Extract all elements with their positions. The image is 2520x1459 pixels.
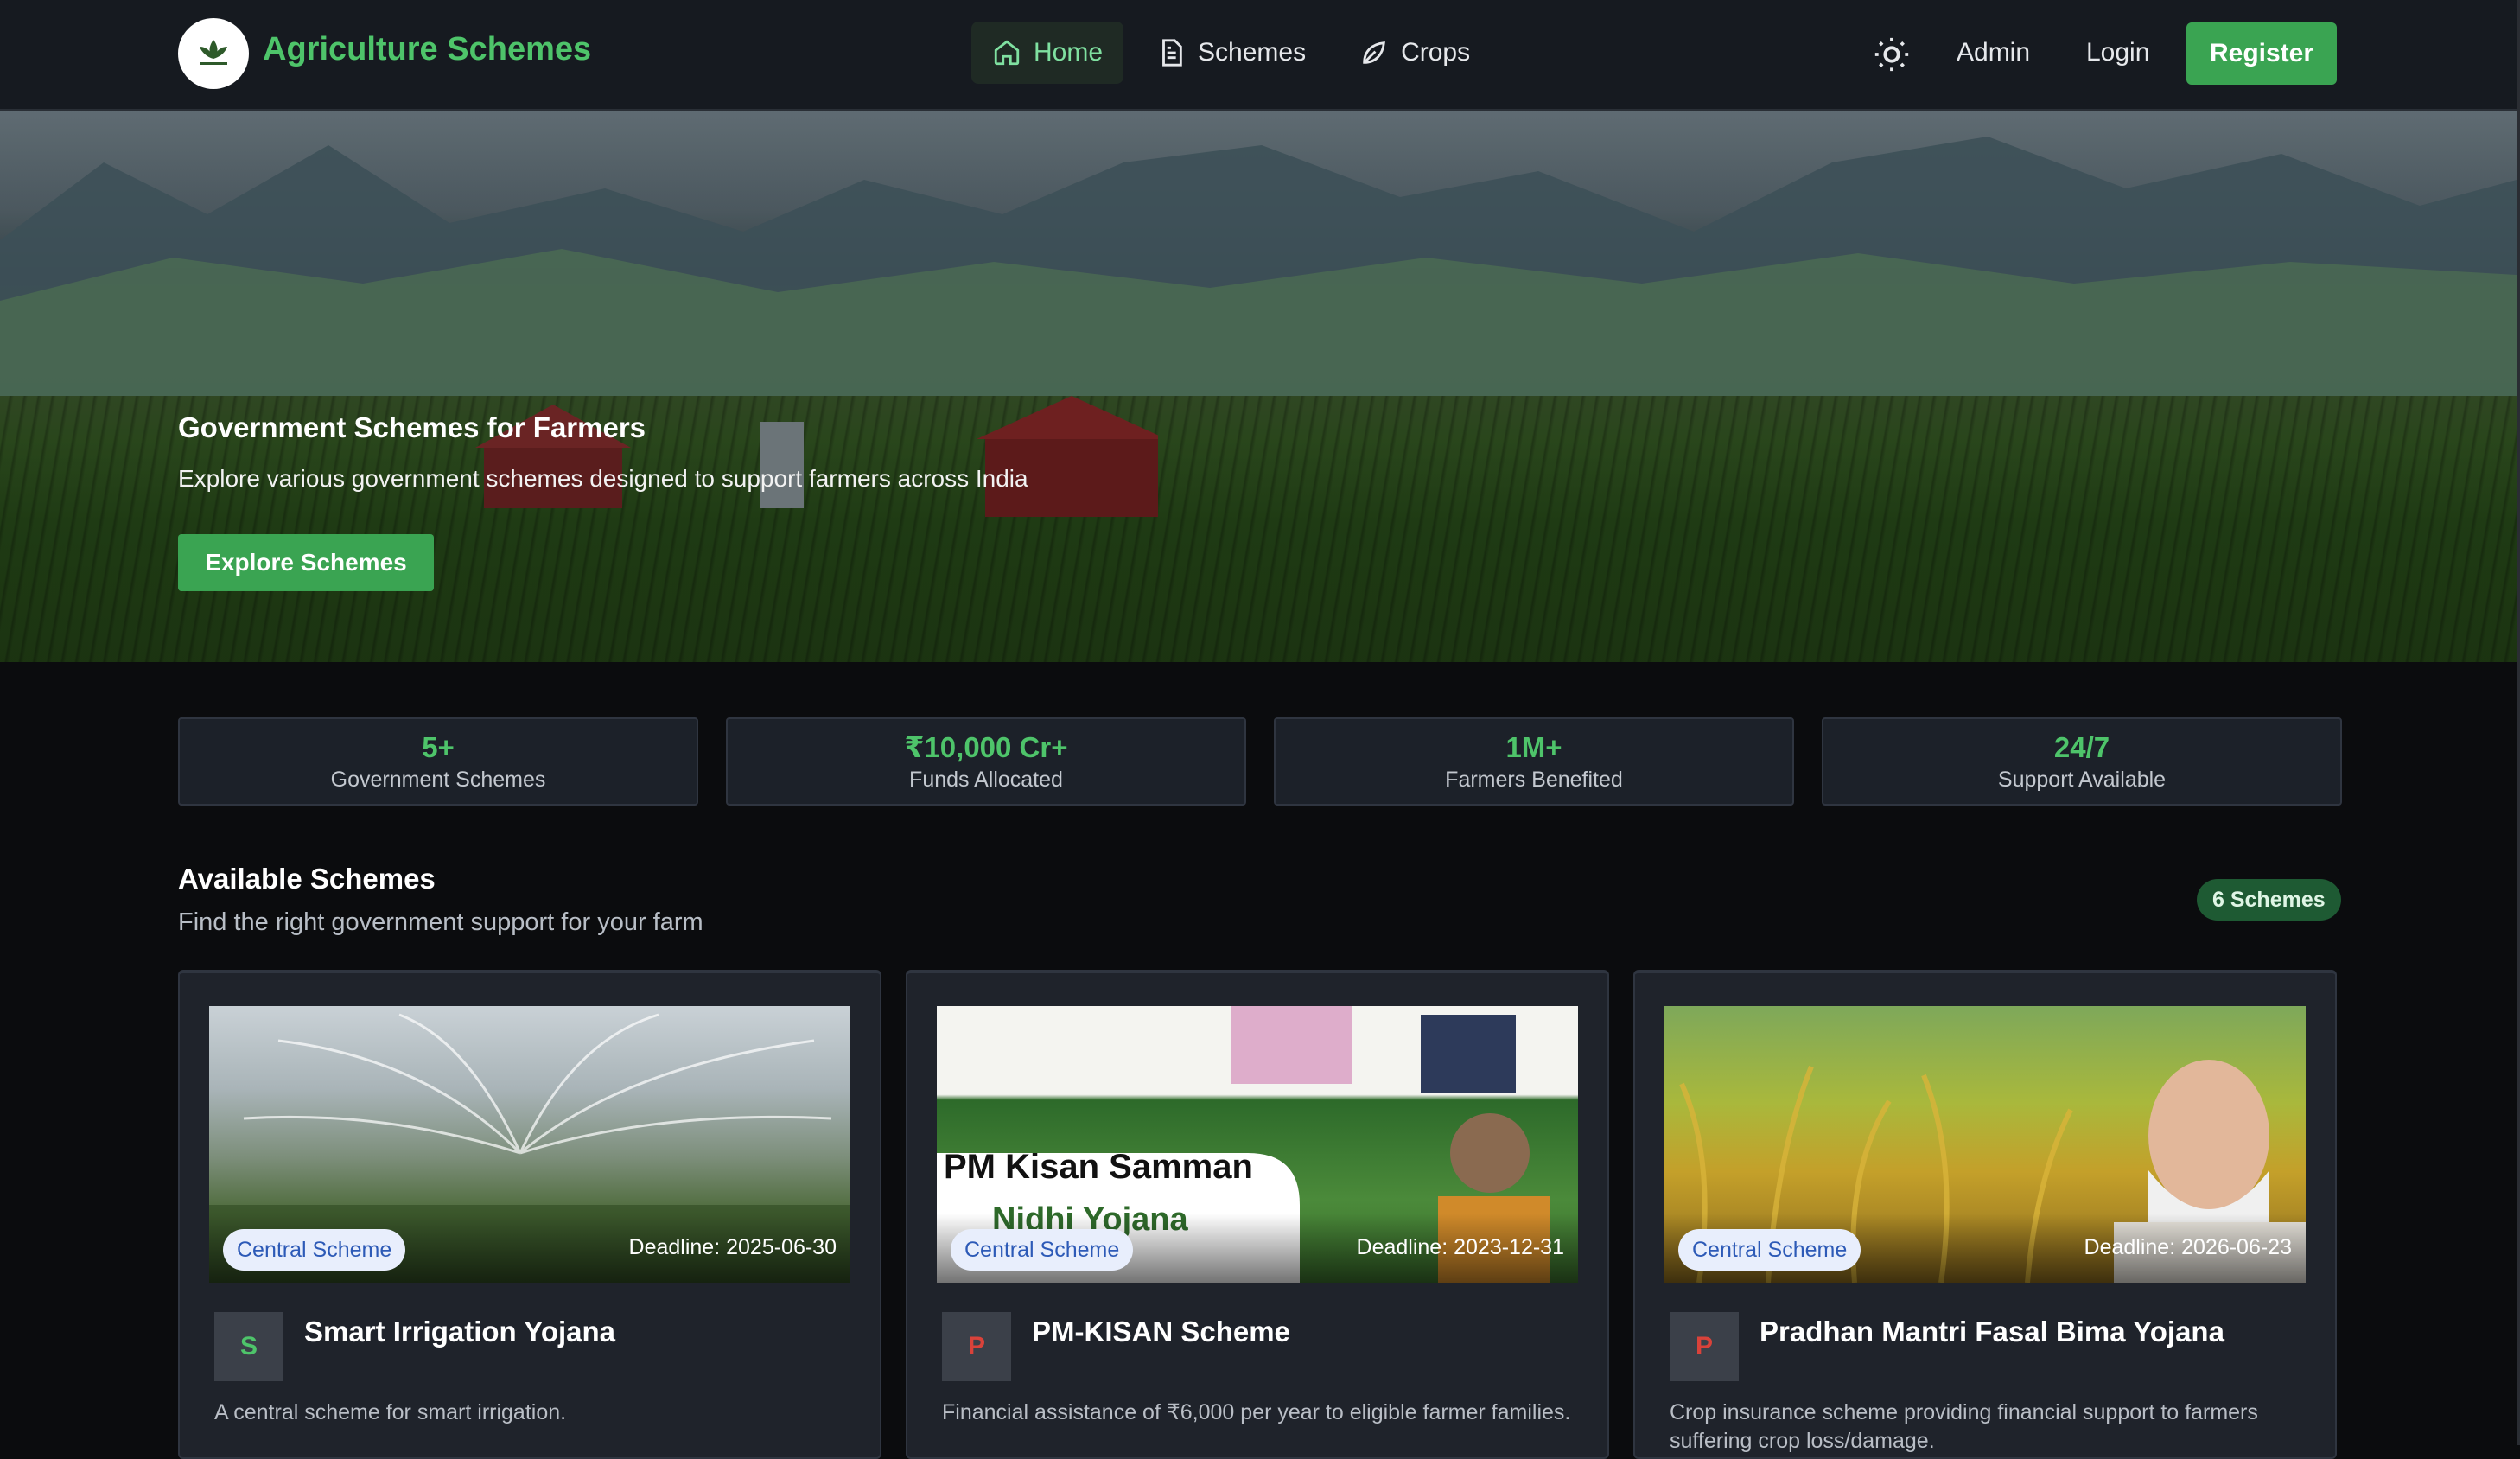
admin-link[interactable]: Admin <box>1957 38 2030 67</box>
stat-card: 5+ Government Schemes <box>178 717 698 806</box>
stat-label: Funds Allocated <box>909 768 1063 792</box>
stat-value: 24/7 <box>2053 730 2110 763</box>
explore-schemes-button[interactable]: Explore Schemes <box>178 534 434 591</box>
scheme-title[interactable]: Pradhan Mantri Fasal Bima Yojana <box>1760 1316 2224 1348</box>
nav-schemes[interactable]: Schemes <box>1136 22 1327 84</box>
scheme-deadline: Deadline: 2026-06-23 <box>2084 1235 2292 1259</box>
login-link[interactable]: Login <box>2086 38 2149 67</box>
logo[interactable] <box>178 18 249 89</box>
mountains-image <box>0 137 2517 396</box>
nav-crops-label: Crops <box>1401 38 1471 67</box>
main-nav: Home Schemes Crops <box>971 22 1491 84</box>
section-title: Available Schemes <box>178 863 436 895</box>
scheme-deadline: Deadline: 2025-06-30 <box>628 1235 837 1259</box>
section-subtitle: Find the right government support for yo… <box>178 908 703 936</box>
document-icon <box>1162 39 1182 67</box>
nav-home[interactable]: Home <box>971 22 1124 84</box>
hero-title: Government Schemes for Farmers <box>178 411 646 443</box>
scheme-initial: P <box>942 1312 1011 1381</box>
stat-label: Support Available <box>1997 767 2167 792</box>
scheme-tag: Central Scheme <box>1678 1229 1861 1271</box>
register-button[interactable]: Register <box>2186 22 2337 85</box>
scheme-image: Central Scheme Deadline: 2025-06-30 <box>209 1006 850 1283</box>
leaf-icon <box>1363 41 1386 64</box>
scheme-tag: Central Scheme <box>223 1229 406 1271</box>
scheme-title[interactable]: PM-KISAN Scheme <box>1032 1316 1290 1348</box>
nav-crops[interactable]: Crops <box>1339 22 1491 84</box>
sun-icon[interactable] <box>1872 35 1912 74</box>
nav-schemes-label: Schemes <box>1198 38 1307 67</box>
stat-card: 1M+ Farmers Benefited <box>1274 717 1794 806</box>
scheme-description: A central scheme for smart irrigation. <box>214 1400 567 1424</box>
barn-image <box>475 396 1158 517</box>
nav-home-label: Home <box>1034 38 1104 67</box>
scheme-initial: S <box>214 1312 283 1381</box>
navbar: Agriculture Schemes Home Schemes Crops A… <box>0 0 2517 111</box>
scheme-card[interactable]: Central Scheme Deadline: 2025-06-30 S Sm… <box>178 970 881 1459</box>
scheme-deadline: Deadline: 2023-12-31 <box>1356 1235 1564 1259</box>
stat-value: ₹10,000 Cr+ <box>904 731 1068 763</box>
scheme-title[interactable]: Smart Irrigation Yojana <box>304 1316 615 1348</box>
stat-card: 24/7 Support Available <box>1822 717 2342 806</box>
scheme-tag: Central Scheme <box>951 1229 1134 1271</box>
stat-value: 1M+ <box>1505 730 1562 763</box>
scheme-initial: P <box>1670 1312 1739 1381</box>
leaf-logo-icon <box>200 40 227 65</box>
scheme-card[interactable]: Central Scheme Deadline: 2026-06-23 P Pr… <box>1633 970 2337 1459</box>
stat-card: ₹10,000 Cr+ Funds Allocated <box>726 717 1246 806</box>
home-icon <box>994 40 1020 66</box>
image-caption: PM Kisan Samman <box>944 1148 1253 1186</box>
stat-label: Government Schemes <box>330 767 546 792</box>
schemes-count-badge: 6 Schemes <box>2197 879 2341 921</box>
hero-banner: Government Schemes for Farmers Explore v… <box>0 111 2517 662</box>
stats-row: 5+ Government Schemes ₹10,000 Cr+ Funds … <box>178 717 2342 806</box>
scheme-description: Crop insurance scheme providing financia… <box>1670 1400 2258 1453</box>
brand-name[interactable]: Agriculture Schemes <box>263 31 591 68</box>
scheme-card[interactable]: PM Kisan Samman Nidhi Yojana Central Sch… <box>906 970 1609 1459</box>
hero-subtitle: Explore various government schemes desig… <box>178 465 1028 492</box>
scheme-image: Central Scheme Deadline: 2026-06-23 <box>1664 1006 2306 1283</box>
scheme-image: PM Kisan Samman Nidhi Yojana Central Sch… <box>937 1006 1578 1283</box>
stat-label: Farmers Benefited <box>1445 767 1623 792</box>
scheme-description: Financial assistance of ₹6,000 per year … <box>942 1400 1571 1424</box>
stat-value: 5+ <box>422 730 455 763</box>
